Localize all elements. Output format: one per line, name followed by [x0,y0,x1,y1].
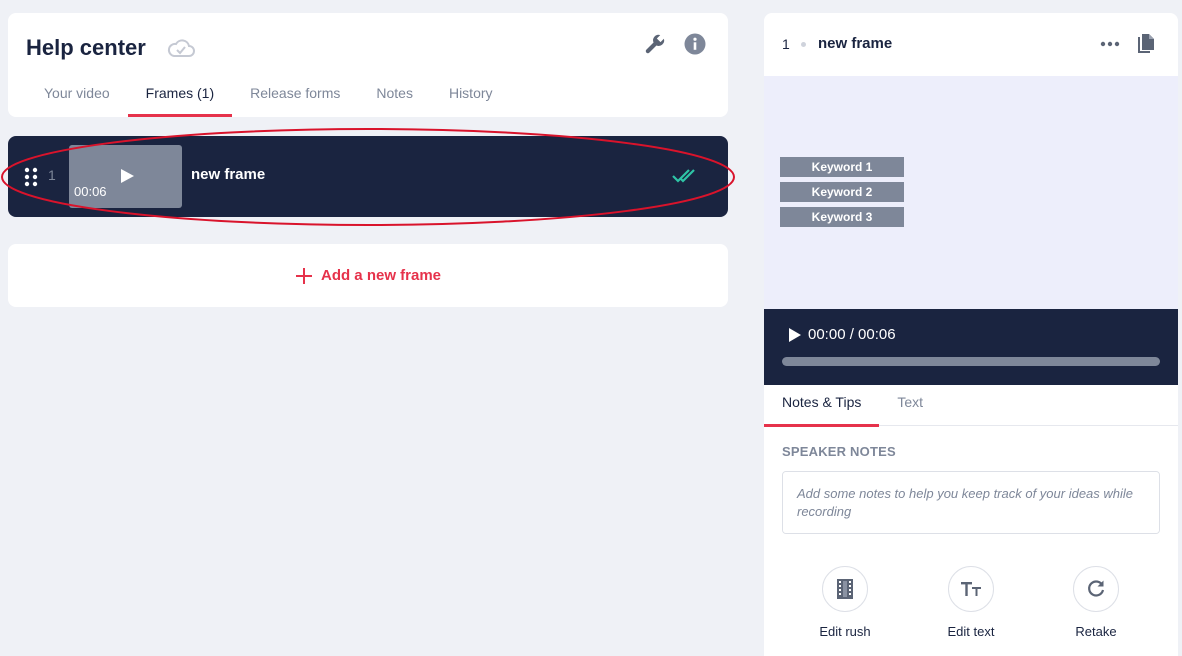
frame-number: 1 [48,167,56,183]
double-check-icon [672,169,695,183]
info-icon[interactable] [684,33,706,55]
drag-handle-icon[interactable] [24,167,38,187]
panel-tabs: Notes & Tips Text [764,385,1178,427]
retake-icon-wrap [1073,566,1119,612]
refresh-icon [1088,580,1105,597]
edit-rush-button[interactable]: Edit rush [795,566,895,639]
tab-notes[interactable]: Notes [358,85,431,117]
frame-preview: Keyword 1 Keyword 2 Keyword 3 [764,76,1178,309]
tab-notes-tips[interactable]: Notes & Tips [764,385,880,427]
speaker-notes-heading: SPEAKER NOTES [782,444,896,459]
add-frame-label: Add a new frame [320,267,442,284]
tab-release-forms[interactable]: Release forms [232,85,358,117]
play-icon[interactable] [119,168,135,184]
wrench-icon[interactable] [644,33,666,55]
frame-detail-panel: 1 new frame Keyword 1 Keyword 2 Keyword … [764,13,1178,656]
frame-thumbnail[interactable]: 00:06 [69,145,182,208]
plus-icon [295,267,312,284]
edit-text-label: Edit text [947,624,995,639]
frame-duration: 00:06 [74,184,107,199]
project-tabs: Your video Frames (1) Release forms Note… [8,85,511,117]
keyword-tag: Keyword 3 [780,207,904,227]
tab-your-video[interactable]: Your video [26,85,128,117]
keyword-tag: Keyword 1 [780,157,904,177]
project-header: Help center Your video Frames (1) Releas… [8,13,728,117]
edit-text-button[interactable]: Edit text [921,566,1021,639]
panel-frame-title: new frame [818,35,893,52]
frame-row[interactable]: 1 00:06 new frame [8,136,728,217]
copy-icon[interactable] [1136,33,1156,55]
progress-bar[interactable] [782,357,1160,366]
frame-title: new frame [191,166,266,183]
separator-dot [801,42,806,47]
retake-label: Retake [1075,624,1117,639]
panel-frame-number: 1 [782,36,790,52]
edit-rush-label: Edit rush [819,624,871,639]
tab-history[interactable]: History [431,85,511,117]
tab-text[interactable]: Text [879,385,941,426]
edit-text-icon-wrap [948,566,994,612]
film-icon [837,579,853,599]
add-frame-button[interactable]: Add a new frame [8,244,728,307]
tab-frames[interactable]: Frames (1) [127,85,233,117]
video-player-controls: 00:00 / 00:06 [764,309,1178,385]
play-icon[interactable] [788,327,802,343]
keyword-tag: Keyword 2 [780,182,904,202]
text-size-icon [961,582,981,596]
cloud-saved-icon [167,39,195,57]
retake-button[interactable]: Retake [1046,566,1146,639]
more-options-icon[interactable] [1100,39,1120,49]
project-title: Help center [26,35,146,60]
speaker-notes-input[interactable] [782,471,1160,534]
playback-time: 00:00 / 00:06 [808,326,896,343]
edit-rush-icon-wrap [822,566,868,612]
